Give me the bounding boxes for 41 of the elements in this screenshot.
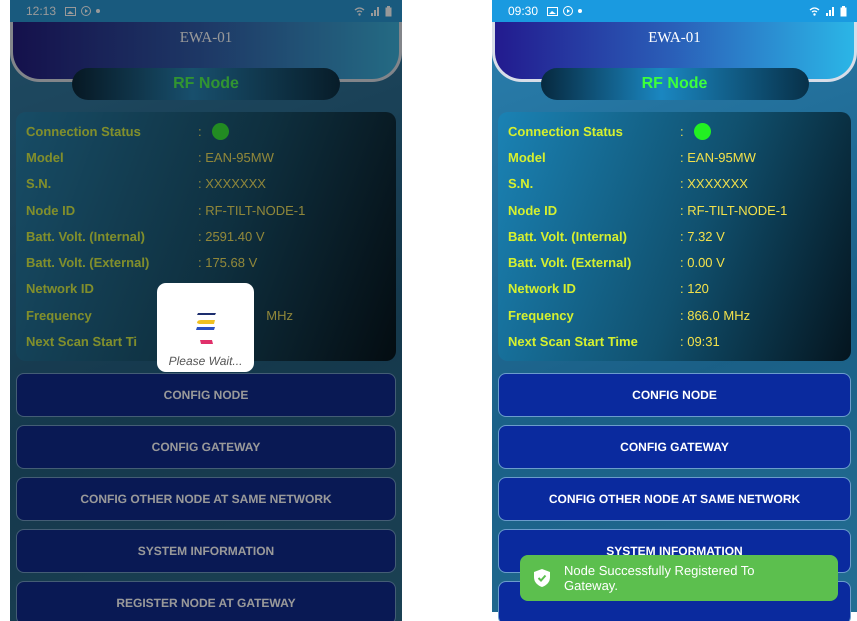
info-value: : RF-TILT-NODE-1 [680, 202, 788, 218]
info-label: Batt. Volt. (External) [26, 255, 150, 270]
info-label: Batt. Volt. (Internal) [26, 228, 145, 244]
clock-time: 12:13 [26, 4, 56, 18]
info-value: : 2591.40 V [198, 228, 264, 244]
info-value: : 09:31 [680, 334, 720, 350]
info-value: : 7.32 V [680, 228, 725, 244]
info-label: Frequency [508, 308, 574, 323]
info-label: Node ID [26, 202, 76, 218]
info-value: : [198, 124, 202, 139]
info-value: : XXXXXXX [198, 176, 266, 192]
info-value: : RF-TILT-NODE-1 [198, 202, 306, 218]
info-value: : [680, 124, 684, 139]
header-title: EWA-01 [648, 30, 701, 48]
info-label: Frequency [26, 308, 92, 323]
info-label: Connection Status [26, 124, 141, 139]
info-label: Batt. Volt. (Internal) [508, 228, 627, 244]
info-value: : EAN-95MW [198, 150, 274, 165]
info-label: Network ID [26, 281, 94, 296]
info-label: S.N. [508, 176, 534, 192]
info-value: : 0.00 V [680, 255, 725, 270]
info-value: : 120 [680, 281, 709, 296]
info-value: : EAN-95MW [680, 150, 756, 165]
loading-text: Please Wait... [168, 354, 242, 368]
info-label: Model [508, 150, 546, 165]
node-title: RF Node [173, 75, 239, 93]
info-label: Network ID [508, 281, 576, 296]
info-value: : 175.68 V [198, 255, 258, 270]
node-title: RF Node [642, 75, 708, 93]
info-label: Next Scan Start Time [508, 334, 638, 350]
clock-time: 09:30 [508, 4, 538, 18]
info-label: S.N. [26, 176, 52, 192]
info-label: Connection Status [508, 124, 623, 139]
info-label: Next Scan Start Ti [26, 334, 138, 350]
info-label: Batt. Volt. (External) [508, 255, 632, 270]
info-value: MHz [265, 308, 293, 323]
header-title: EWA-01 [180, 30, 232, 48]
info-label: Node ID [508, 202, 558, 218]
info-value: : 866.0 MHz [680, 308, 750, 323]
info-label: Model [26, 150, 64, 165]
info-value: : XXXXXXX [680, 176, 748, 192]
